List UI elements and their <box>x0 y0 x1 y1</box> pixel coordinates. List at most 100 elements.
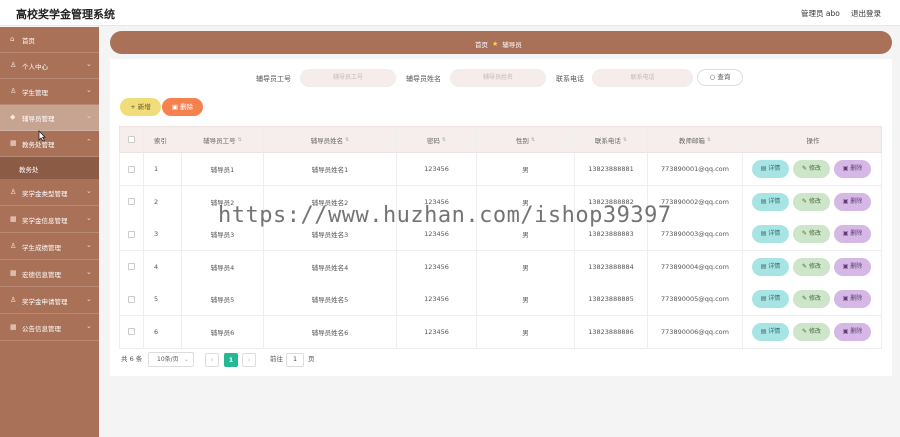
remove-button[interactable]: ▣ 删除 <box>834 160 871 178</box>
add-button-label: 新增 <box>137 103 151 111</box>
sidebar-item-label: 首页 <box>22 37 35 45</box>
header-phone[interactable]: 联系电话 ⇅ <box>575 127 648 152</box>
row-select-cell <box>120 218 144 250</box>
sidebar-item-home[interactable]: ⌂ 首页 <box>0 27 99 53</box>
cell-index: 2 <box>144 185 182 218</box>
cell-name: 辅导员姓名4 <box>264 250 397 283</box>
detail-button[interactable]: ▤ 详情 <box>752 160 789 178</box>
table-row: 4 辅导员4 辅导员姓名4 123456 男 13823888884 773890004@q… <box>119 250 882 284</box>
delete-button[interactable]: ▣ 删除 <box>162 98 203 116</box>
detail-button[interactable]: ▤ 详情 <box>752 290 789 308</box>
cell-phone: 13823888885 <box>575 283 648 315</box>
table-row: 5 辅导员5 辅导员姓名5 123456 男 13823888885 773890005@q… <box>119 283 882 316</box>
remove-button[interactable]: ▣ 删除 <box>834 257 871 276</box>
detail-button-label: 详情 <box>768 165 781 172</box>
row-checkbox[interactable] <box>128 328 135 335</box>
row-checkbox[interactable] <box>128 198 135 205</box>
grid-icon: ▦ <box>10 323 17 331</box>
sidebar-item-announcements[interactable]: ▦ 公告信息管理 ⌄ <box>0 315 99 341</box>
cell-name: 辅导员姓名5 <box>264 283 397 315</box>
sidebar-item-label: 奖学金信息管理 <box>22 217 68 225</box>
sidebar-item-counselors[interactable]: ◆ 辅导员管理 ⌄ <box>0 105 99 131</box>
next-page-button[interactable]: › <box>242 353 256 367</box>
edit-button[interactable]: ✎ 修改 <box>793 160 830 178</box>
header-password[interactable]: 密码 ⇅ <box>397 127 477 152</box>
header-index: 索引 <box>144 127 182 152</box>
select-all-checkbox[interactable] <box>128 136 135 143</box>
row-checkbox[interactable] <box>128 230 135 238</box>
sidebar-item-academic-affairs[interactable]: ▦ 教务处管理 ⌃ <box>0 131 99 157</box>
edit-button[interactable]: ✎ 修改 <box>793 192 830 211</box>
goto-page-input[interactable]: 1 <box>286 353 304 367</box>
cell-name: 辅导员姓名1 <box>264 153 397 185</box>
sidebar-item-grades[interactable]: ♙ 学生成绩管理 ⌄ <box>0 234 99 260</box>
remove-button-label: 删除 <box>850 165 863 172</box>
chevron-down-icon: ⌄ <box>86 295 92 303</box>
pencil-icon: ✎ <box>802 262 809 270</box>
row-checkbox[interactable] <box>128 295 135 303</box>
sidebar-item-profile[interactable]: ♙ 个人中心 ⌄ <box>0 53 99 79</box>
remove-button[interactable]: ▣ 删除 <box>834 192 871 211</box>
sidebar-item-label: 奖学金类型管理 <box>22 190 68 198</box>
table-header: 索引 辅导员工号 ⇅ 辅导员姓名 ⇅ 密码 ⇅ 性别 ⇅ 联系电话 ⇅ 教师邮箱 ⇅ 操作 <box>119 126 882 153</box>
prev-page-button[interactable]: ‹ <box>205 353 219 367</box>
detail-button[interactable]: ▤ 详情 <box>752 257 789 276</box>
sort-icon: ⇅ <box>530 136 536 143</box>
counselor-id-input[interactable]: 辅导员工号 <box>300 69 396 87</box>
row-checkbox[interactable] <box>128 263 135 270</box>
cell-index: 5 <box>144 283 182 315</box>
detail-button[interactable]: ▤ 详情 <box>752 192 789 211</box>
remove-button[interactable]: ▣ 删除 <box>834 322 871 341</box>
phone-input[interactable]: 联系电话 <box>592 69 693 87</box>
chevron-down-icon: ⌄ <box>86 60 92 68</box>
cell-email: 773890006@qq.com <box>648 315 743 348</box>
remove-button-label: 删除 <box>850 327 863 335</box>
detail-button[interactable]: ▤ 详情 <box>752 322 789 341</box>
cell-gender: 男 <box>477 250 575 283</box>
edit-button[interactable]: ✎ 修改 <box>793 225 830 243</box>
edit-button[interactable]: ✎ 修改 <box>793 290 830 308</box>
search-icon: ○ <box>709 73 716 81</box>
cell-gender: 男 <box>477 315 575 348</box>
header-gender[interactable]: 性别 ⇅ <box>477 127 575 152</box>
edit-button[interactable]: ✎ 修改 <box>793 322 830 341</box>
query-button[interactable]: ○ 查询 <box>697 69 743 86</box>
sidebar-item-scholarship-types[interactable]: ♙ 奖学金类型管理 ⌄ <box>0 180 99 206</box>
detail-button-label: 详情 <box>768 262 781 270</box>
header-counselor-name[interactable]: 辅导员姓名 ⇅ <box>264 127 397 152</box>
query-button-label: 查询 <box>717 73 731 81</box>
counselor-name-input[interactable]: 辅导员姓名 <box>450 69 546 87</box>
cell-id: 辅导员4 <box>182 250 264 283</box>
header-counselor-id[interactable]: 辅导员工号 ⇅ <box>182 127 264 152</box>
cell-password: 123456 <box>397 153 477 185</box>
plus-icon: + <box>130 103 136 111</box>
sort-icon: ⇅ <box>441 136 447 143</box>
cell-index: 3 <box>144 218 182 250</box>
row-checkbox[interactable] <box>128 165 135 173</box>
current-page[interactable]: 1 <box>224 353 238 367</box>
edit-button[interactable]: ✎ 修改 <box>793 257 830 276</box>
pencil-icon: ✎ <box>802 327 809 335</box>
logout-link[interactable]: 退出登录 <box>851 8 881 19</box>
chevron-down-icon: ⌄ <box>86 322 92 330</box>
sidebar-item-morality-info[interactable]: ▦ 宏德信息管理 ⌄ <box>0 261 99 287</box>
detail-button[interactable]: ▤ 详情 <box>752 225 789 243</box>
cell-index: 1 <box>144 153 182 185</box>
sidebar-item-applications[interactable]: ♙ 奖学金申请管理 ⌄ <box>0 288 99 314</box>
sidebar-subitem-academic-office[interactable]: 教务处 <box>0 157 99 179</box>
cell-password: 123456 <box>397 250 477 283</box>
page-size-select[interactable]: 10条/页 ⌄ <box>148 352 194 367</box>
edit-button-label: 修改 <box>808 230 821 237</box>
app-title: 高校奖学金管理系统 <box>16 8 115 21</box>
sidebar-item-scholarship-info[interactable]: ▦ 奖学金信息管理 ⌄ <box>0 207 99 233</box>
remove-button[interactable]: ▣ 删除 <box>834 290 871 308</box>
sidebar-item-students[interactable]: ♙ 学生管理 ⌄ <box>0 79 99 105</box>
breadcrumb-home[interactable]: 首页 <box>475 39 488 49</box>
remove-button[interactable]: ▣ 删除 <box>834 225 871 243</box>
add-button[interactable]: + 新增 <box>120 98 161 116</box>
chevron-down-icon: ⌄ <box>86 86 92 94</box>
sidebar-item-label: 公告信息管理 <box>22 325 61 333</box>
row-select-cell <box>120 283 144 315</box>
breadcrumb: 首页 ★ 辅导员 <box>110 31 892 54</box>
header-email[interactable]: 教师邮箱 ⇅ <box>648 127 743 152</box>
